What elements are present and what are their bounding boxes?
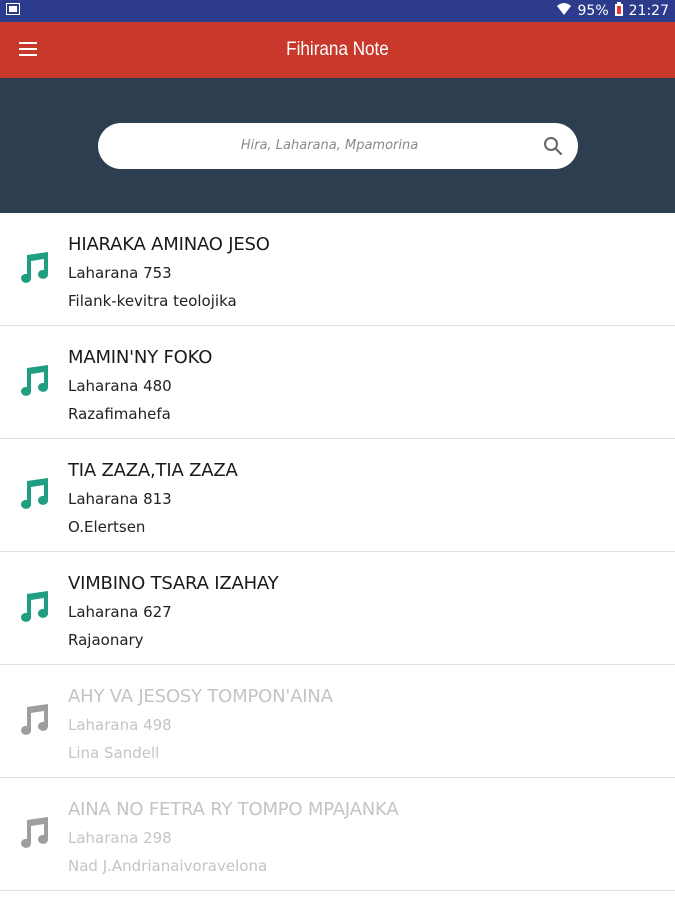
wifi-icon [556,2,572,20]
song-list-item[interactable]: AINA NO FETRA RY TOMPO MPAJANKA Laharana… [0,778,675,891]
song-title: VIMBINO TSARA IZAHAY [68,573,279,594]
song-title: AHY VA JESOSY TOMPON'AINA [68,686,333,707]
song-list-item[interactable]: AHY VA JESOSY TOMPON'AINA Laharana 498 L… [0,665,675,778]
song-list: HIARAKA AMINAO JESO Laharana 753 Filank-… [0,213,675,891]
song-list-item[interactable]: VIMBINO TSARA IZAHAY Laharana 627 Rajaon… [0,552,675,665]
song-list-item[interactable]: HIARAKA AMINAO JESO Laharana 753 Filank-… [0,213,675,326]
music-note-icon [17,816,51,853]
menu-button[interactable] [0,22,56,78]
song-author: Rajaonary [68,631,144,649]
clock: 21:27 [628,3,669,19]
app-bar: Fihirana Note [0,22,675,78]
search-box[interactable] [97,122,578,169]
song-number: Laharana 480 [68,377,172,395]
music-note-icon [17,703,51,740]
song-number: Laharana 627 [68,603,172,621]
music-note-icon [17,364,51,401]
battery-percent: 95% [577,3,609,19]
song-title: TIA ZAZA,TIA ZAZA [68,460,238,481]
song-title: MAMIN'NY FOKO [68,347,213,368]
song-list-item[interactable]: TIA ZAZA,TIA ZAZA Laharana 813 O.Elertse… [0,439,675,552]
song-number: Laharana 753 [68,264,172,282]
battery-icon [614,2,623,20]
song-list-item[interactable]: MAMIN'NY FOKO Laharana 480 Razafimahefa [0,326,675,439]
gallery-icon [6,3,20,19]
search-area [0,78,675,213]
search-icon[interactable] [542,135,564,157]
music-note-icon [17,251,51,288]
song-author: Nad J.Andrianaivoravelona [68,857,268,875]
song-number: Laharana 298 [68,829,172,847]
song-author: Filank-kevitra teolojika [68,292,237,310]
song-number: Laharana 813 [68,490,172,508]
app-title: Fihirana Note [286,39,389,60]
status-bar: 95% 21:27 [0,0,675,22]
song-title: AINA NO FETRA RY TOMPO MPAJANKA [68,799,399,820]
song-title: HIARAKA AMINAO JESO [68,234,270,255]
song-author: Razafimahefa [68,405,171,423]
music-note-icon [17,590,51,627]
song-author: Lina Sandell [68,744,160,762]
search-input[interactable] [117,137,542,154]
song-number: Laharana 498 [68,716,172,734]
song-author: O.Elertsen [68,518,146,536]
music-note-icon [17,477,51,514]
hamburger-menu-icon [19,41,37,60]
